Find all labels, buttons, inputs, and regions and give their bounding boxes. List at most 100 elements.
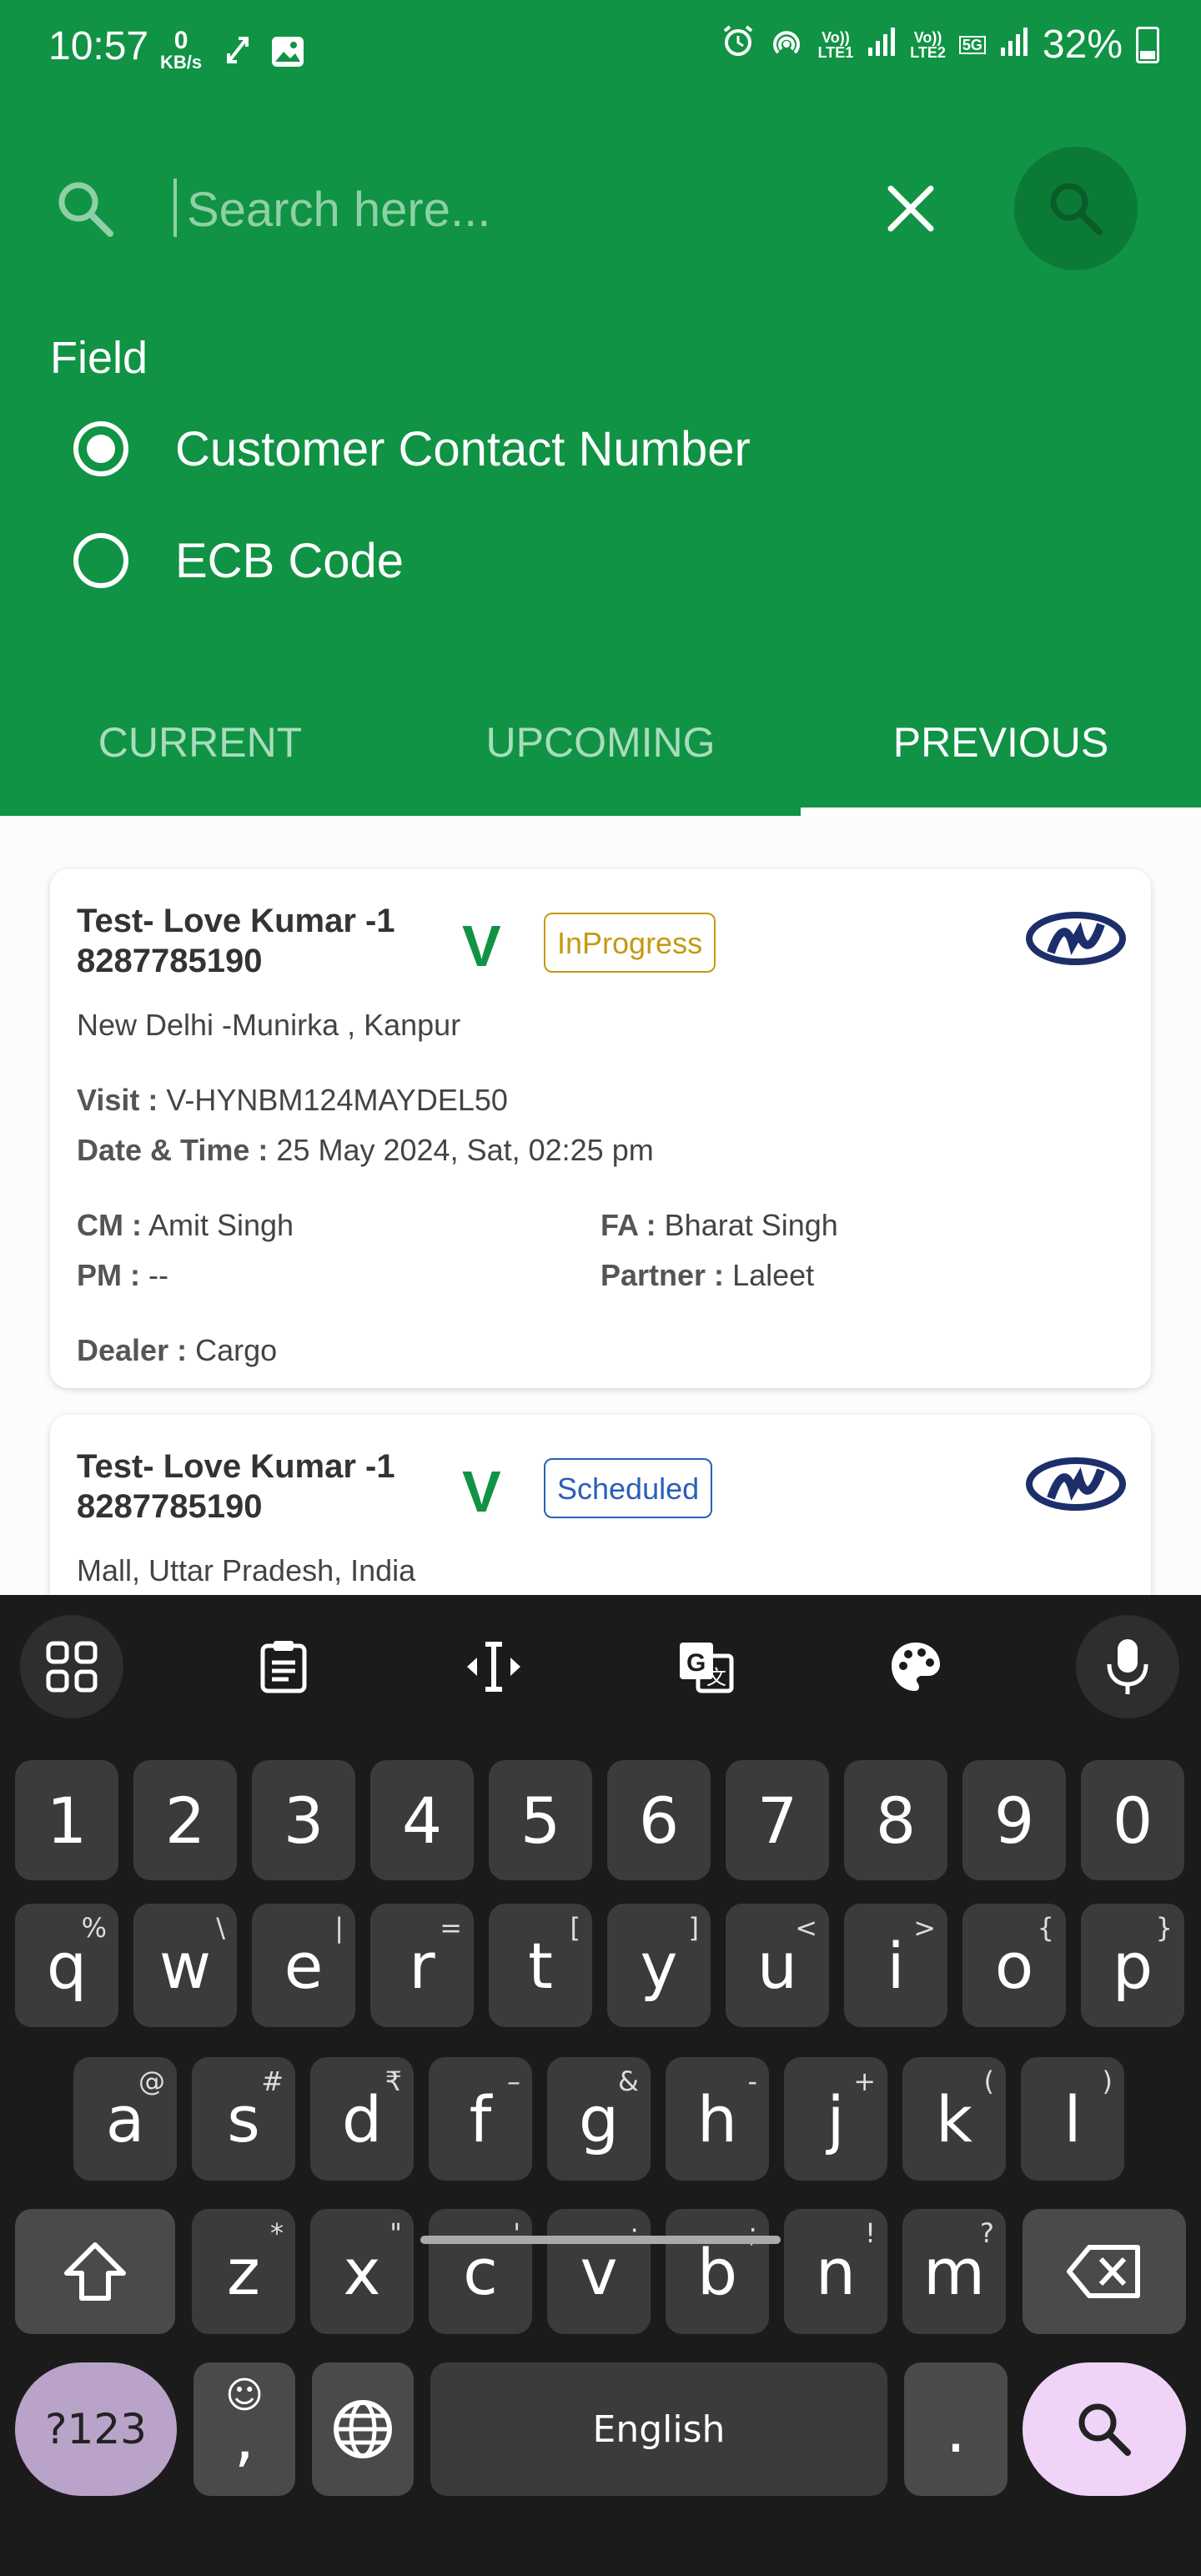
- fa-value: Bharat Singh: [664, 1208, 838, 1242]
- key-label: 8: [875, 1783, 917, 1858]
- key-n[interactable]: n!: [784, 2209, 887, 2334]
- search-key[interactable]: [1023, 2362, 1186, 2496]
- visit-label: Visit :: [77, 1083, 158, 1117]
- battery-icon: [1136, 26, 1159, 63]
- key-label: ?123: [45, 2405, 147, 2453]
- radio-unchecked-icon[interactable]: [73, 533, 128, 588]
- key-5[interactable]: 5: [489, 1760, 592, 1880]
- partner-row: Partner : Laleet: [600, 1258, 814, 1293]
- key-alt-label: +: [853, 2065, 876, 2097]
- text-cursor-icon[interactable]: [442, 1615, 545, 1718]
- customer-name: Test- Love Kumar -1: [77, 903, 395, 939]
- key-y[interactable]: y]: [607, 1904, 711, 2027]
- key-label: t: [528, 1928, 553, 2003]
- key-b[interactable]: b;: [666, 2209, 769, 2334]
- comma-key[interactable]: , ☺: [193, 2362, 295, 2496]
- partner-label: Partner :: [600, 1258, 725, 1292]
- visit-card[interactable]: Test- Love Kumar -1 8287785190 V InProgr…: [50, 869, 1151, 1388]
- key-w[interactable]: w \: [133, 1904, 237, 2027]
- key-8[interactable]: 8: [844, 1760, 947, 1880]
- svg-text:G: G: [686, 1649, 706, 1677]
- key-7[interactable]: 7: [726, 1760, 829, 1880]
- key-alt-label: :: [630, 2217, 639, 2249]
- key-e[interactable]: e |: [252, 1904, 355, 2027]
- key-1[interactable]: 1: [15, 1760, 118, 1880]
- key-c[interactable]: c ': [429, 2209, 532, 2334]
- key-j[interactable]: j +: [784, 2057, 887, 2181]
- apps-grid-icon[interactable]: [20, 1615, 123, 1718]
- key-k[interactable]: k(: [902, 2057, 1006, 2181]
- customer-info: Test- Love Kumar -1 8287785190: [77, 901, 395, 981]
- backspace-key[interactable]: [1023, 2209, 1186, 2334]
- key-s[interactable]: s #: [192, 2057, 295, 2181]
- key-u[interactable]: u <: [726, 1904, 829, 2027]
- translate-icon[interactable]: G文: [654, 1615, 757, 1718]
- key-z[interactable]: z *: [192, 2209, 295, 2334]
- key-label: h: [696, 2081, 738, 2156]
- key-a[interactable]: a @: [73, 2057, 177, 2181]
- key-f[interactable]: f –: [429, 2057, 532, 2181]
- search-submit-icon: [1050, 183, 1103, 235]
- radio-customer-contact[interactable]: Customer Contact Number: [73, 407, 751, 491]
- alarm-icon: [721, 22, 755, 68]
- microphone-icon[interactable]: [1076, 1615, 1179, 1718]
- key-p[interactable]: p}: [1081, 1904, 1184, 2027]
- tab-current[interactable]: CURRENT: [0, 701, 400, 816]
- key-q[interactable]: q%: [15, 1904, 118, 2027]
- hotspot-icon: [768, 22, 805, 68]
- key-o[interactable]: o{: [962, 1904, 1066, 2027]
- pm-value: --: [148, 1258, 168, 1292]
- key-t[interactable]: t[: [489, 1904, 592, 2027]
- key-label: w: [158, 1928, 212, 2003]
- radio-label: Customer Contact Number: [175, 421, 751, 476]
- key-d[interactable]: d ₹: [310, 2057, 414, 2181]
- key-m[interactable]: m?: [902, 2209, 1006, 2334]
- key-3[interactable]: 3: [252, 1760, 355, 1880]
- key-v[interactable]: v:: [547, 2209, 651, 2334]
- radio-checked-icon[interactable]: [73, 421, 128, 476]
- net-speed-value: 0: [173, 27, 188, 54]
- signal2-icon: [999, 22, 1029, 68]
- key-label: j: [827, 2081, 845, 2156]
- search-icon: [55, 179, 115, 243]
- radio-ecb-code[interactable]: ECB Code: [73, 519, 404, 602]
- key-9[interactable]: 9: [962, 1760, 1066, 1880]
- key-label: 0: [1112, 1783, 1153, 1858]
- search-submit-button[interactable]: [1014, 147, 1138, 270]
- key-0[interactable]: 0: [1081, 1760, 1184, 1880]
- status-badge: Scheduled: [544, 1458, 713, 1518]
- backspace-icon: [1067, 2245, 1140, 2298]
- key-4[interactable]: 4: [370, 1760, 474, 1880]
- key-r[interactable]: r =: [370, 1904, 474, 2027]
- fa-row: FA : Bharat Singh: [600, 1208, 838, 1243]
- shift-key[interactable]: [15, 2209, 175, 2334]
- symbols-key[interactable]: ?123: [15, 2362, 177, 2496]
- key-label: u: [756, 1928, 798, 2003]
- datetime-label: Date & Time :: [77, 1133, 269, 1167]
- tab-upcoming[interactable]: UPCOMING: [400, 701, 801, 816]
- period-key[interactable]: .: [904, 2362, 1008, 2496]
- key-h[interactable]: h-: [666, 2057, 769, 2181]
- search-key-icon: [1078, 2403, 1131, 2456]
- v-mark: V: [462, 913, 501, 979]
- key-i[interactable]: i >: [844, 1904, 947, 2027]
- key-alt-label: ₹: [384, 2065, 402, 2097]
- key-alt-label: <: [795, 1912, 817, 1944]
- language-key[interactable]: [312, 2362, 414, 2496]
- radio-label: ECB Code: [175, 533, 405, 588]
- clear-search-icon[interactable]: [886, 184, 936, 238]
- palette-icon[interactable]: [864, 1615, 967, 1718]
- key-6[interactable]: 6: [607, 1760, 711, 1880]
- search-input[interactable]: [173, 174, 872, 245]
- key-label: .: [945, 2392, 967, 2467]
- svg-text:文: 文: [706, 1667, 726, 1689]
- tab-previous[interactable]: PREVIOUS: [801, 701, 1201, 816]
- key-label: v: [580, 2234, 618, 2309]
- key-2[interactable]: 2: [133, 1760, 237, 1880]
- key-x[interactable]: x ": [310, 2209, 414, 2334]
- key-g[interactable]: g &: [547, 2057, 651, 2181]
- clipboard-icon[interactable]: [232, 1615, 335, 1718]
- key-l[interactable]: l): [1021, 2057, 1124, 2181]
- key-alt-label: }: [1155, 1912, 1173, 1944]
- space-key[interactable]: English: [430, 2362, 887, 2496]
